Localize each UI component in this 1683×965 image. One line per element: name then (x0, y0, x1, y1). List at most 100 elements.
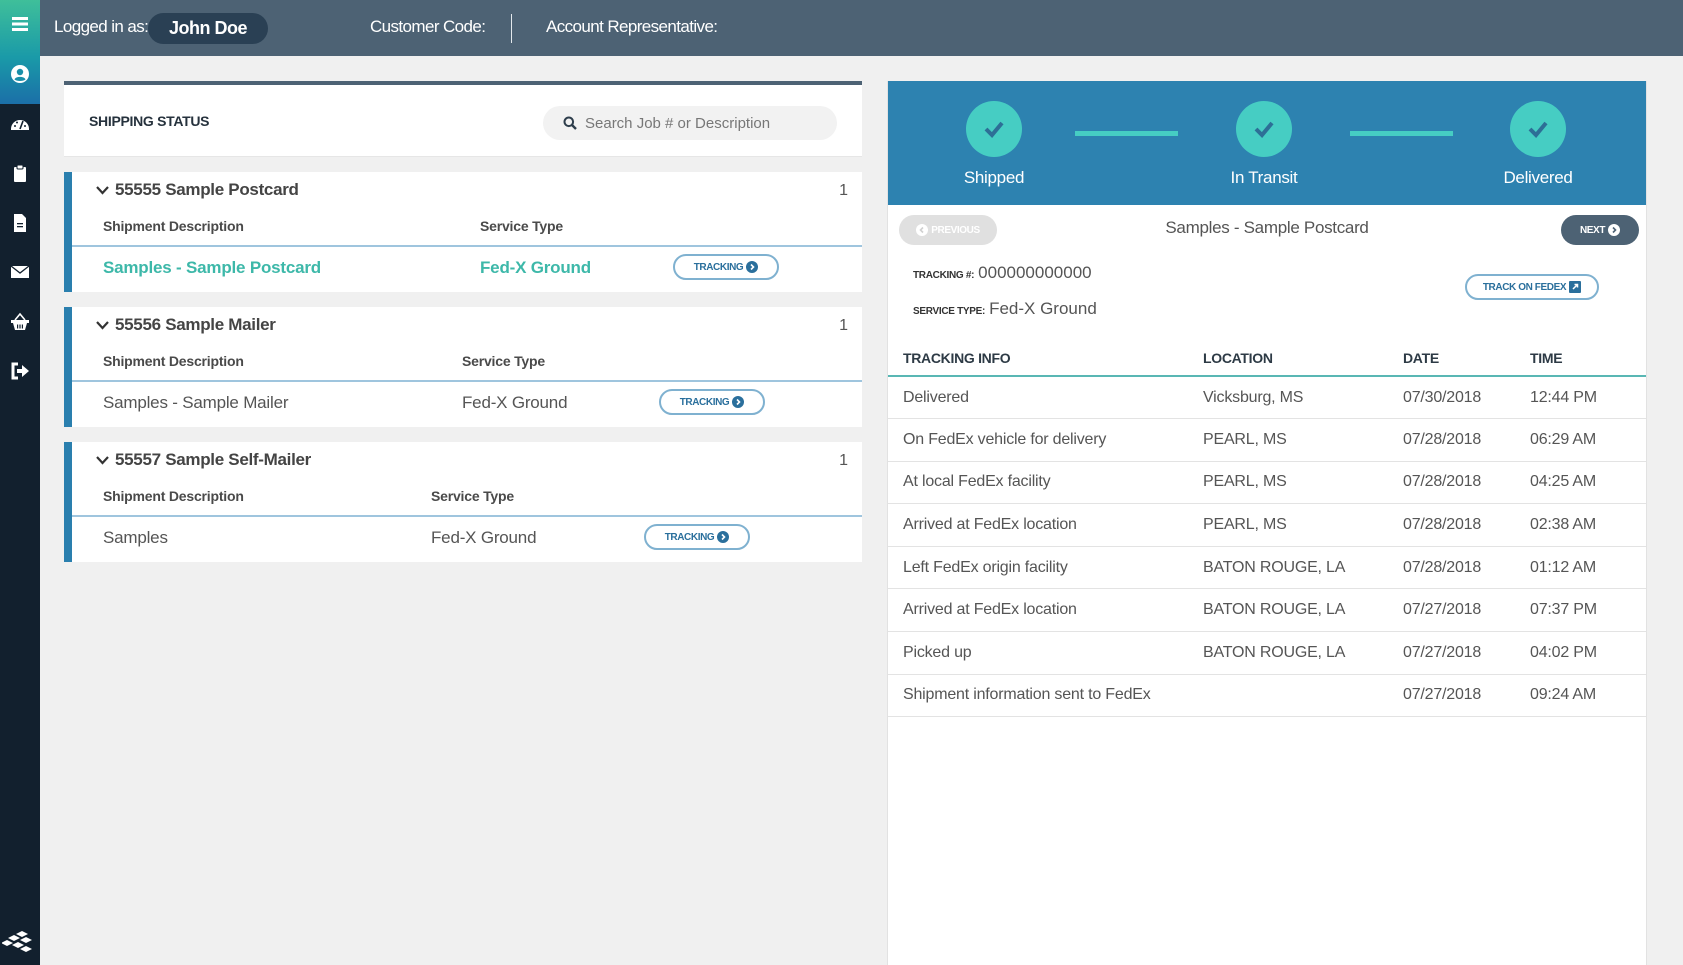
basket-icon[interactable] (0, 307, 40, 337)
track-on-fedex-button[interactable]: TRACK ON FEDEX (1465, 274, 1599, 300)
stacked-diamonds-logo (1, 925, 38, 961)
event-time: 12:44 PM (1530, 376, 1646, 420)
menu-icon[interactable] (0, 9, 40, 39)
shipping-status-header: SHIPPING STATUS (64, 81, 862, 157)
event-location: PEARL, MS (1203, 503, 1403, 547)
job-group-toggle[interactable]: 55555 Sample Postcard (96, 180, 299, 200)
job-group: 55556 Sample Mailer 1 Shipment Descripti… (64, 307, 862, 427)
tracking-button-label: TRACKING (679, 396, 730, 408)
tracking-button-label: TRACKING (693, 261, 744, 273)
panel-title: SHIPPING STATUS (89, 113, 210, 129)
table-row: Delivered Vicksburg, MS 07/30/2018 12:44… (888, 376, 1646, 420)
event-info: Shipment information sent to FedEx (888, 674, 1203, 718)
event-date: 07/28/2018 (1403, 546, 1530, 590)
job-count: 1 (839, 452, 848, 469)
chevron-circle-right-icon (1608, 224, 1621, 236)
header-divider (511, 14, 512, 43)
event-info: Delivered (888, 376, 1203, 420)
event-date: 07/28/2018 (1403, 418, 1530, 462)
col-header-service: Service Type (462, 353, 545, 369)
event-info: Arrived at FedEx location (888, 503, 1203, 547)
event-location: BATON ROUGE, LA (1203, 631, 1403, 675)
logged-in-label: Logged in as: (54, 17, 149, 36)
tracking-button[interactable]: TRACKING (659, 389, 765, 415)
event-location: PEARL, MS (1203, 418, 1403, 462)
document-icon[interactable] (0, 208, 40, 238)
account-rep-label: Account Representative: (546, 17, 718, 36)
service-type: Fed-X Ground (431, 528, 537, 547)
chevron-circle-right-icon (746, 261, 759, 273)
job-group-toggle[interactable]: 55556 Sample Mailer (96, 315, 276, 335)
job-group: 55557 Sample Self-Mailer 1 Shipment Desc… (64, 442, 862, 562)
chevron-down-icon (96, 321, 109, 330)
step-shipped: Shipped (934, 101, 1054, 188)
service-type-row: SERVICE TYPE: Fed-X Ground (913, 299, 1097, 319)
job-group: 55555 Sample Postcard 1 Shipment Descrip… (64, 172, 862, 292)
chevron-down-icon (96, 456, 109, 465)
event-time: 04:25 AM (1530, 461, 1646, 505)
tracking-button[interactable]: TRACKING (644, 524, 750, 550)
event-info: Picked up (888, 631, 1203, 675)
chevron-down-icon (96, 186, 109, 195)
tracking-number: 000000000000 (978, 263, 1092, 282)
col-header-description: Shipment Description (103, 353, 244, 369)
col-tracking-info: TRACKING INFO (888, 336, 1203, 377)
chevron-circle-right-icon (732, 396, 745, 408)
step-in-transit: In Transit (1204, 101, 1324, 188)
col-header-description: Shipment Description (103, 488, 244, 504)
step-label: In Transit (1230, 168, 1298, 187)
shipment-description[interactable]: Samples - Sample Postcard (103, 258, 321, 278)
job-count: 1 (839, 317, 848, 334)
event-date: 07/27/2018 (1403, 631, 1530, 675)
search-icon (563, 116, 577, 130)
top-bar: Logged in as: John Doe Customer Code: Ac… (40, 0, 1683, 56)
step-delivered: Delivered (1478, 101, 1598, 188)
event-date: 07/28/2018 (1403, 503, 1530, 547)
next-label: NEXT (1579, 224, 1606, 236)
sign-out-icon[interactable] (0, 356, 40, 386)
event-time: 01:12 AM (1530, 546, 1646, 590)
table-row: Shipment information sent to FedEx 07/27… (888, 674, 1646, 718)
dashboard-gauge-icon[interactable] (0, 109, 40, 139)
tracking-number-label: TRACKING #: (913, 270, 975, 281)
clipboard-icon[interactable] (0, 158, 40, 188)
check-circle-icon (966, 101, 1022, 157)
user-circle-icon[interactable] (0, 59, 40, 89)
col-time: TIME (1530, 336, 1646, 377)
search-input[interactable] (585, 106, 825, 140)
job-title: 55557 Sample Self-Mailer (115, 450, 311, 469)
service-type: Fed-X Ground (480, 258, 591, 277)
step-connector (1350, 131, 1453, 136)
col-header-description: Shipment Description (103, 218, 244, 234)
event-date: 07/27/2018 (1403, 588, 1530, 633)
user-name-badge[interactable]: John Doe (148, 13, 268, 44)
row-divider (72, 380, 862, 382)
shipment-description[interactable]: Samples - Sample Mailer (103, 393, 289, 413)
event-time: 06:29 AM (1530, 418, 1646, 462)
search-box[interactable] (543, 106, 837, 140)
table-row: Arrived at FedEx location BATON ROUGE, L… (888, 588, 1646, 633)
job-group-toggle[interactable]: 55557 Sample Self-Mailer (96, 450, 311, 470)
tracking-number-row: TRACKING #: 000000000000 (913, 263, 1092, 283)
event-location: BATON ROUGE, LA (1203, 588, 1403, 633)
step-connector (1075, 131, 1178, 136)
event-info: At local FedEx facility (888, 461, 1203, 505)
external-link-icon (1569, 281, 1582, 293)
col-date: DATE (1403, 336, 1530, 377)
next-button[interactable]: NEXT (1561, 215, 1639, 245)
event-time: 09:24 AM (1530, 674, 1646, 718)
table-header-row: TRACKING INFO LOCATION DATE TIME (888, 336, 1646, 377)
progress-banner: Shipped In Transit Delivered (888, 81, 1646, 205)
tracking-button[interactable]: TRACKING (673, 254, 779, 280)
envelope-icon[interactable] (0, 257, 40, 287)
event-time: 02:38 AM (1530, 503, 1646, 547)
col-header-service: Service Type (480, 218, 563, 234)
table-row: Left FedEx origin facility BATON ROUGE, … (888, 546, 1646, 590)
chevron-circle-right-icon (717, 531, 730, 543)
event-location: PEARL, MS (1203, 461, 1403, 505)
shipment-title: Samples - Sample Postcard (1165, 218, 1369, 237)
row-divider (72, 515, 862, 517)
check-circle-icon (1236, 101, 1292, 157)
shipment-description[interactable]: Samples (103, 528, 168, 548)
tracking-events-table: TRACKING INFO LOCATION DATE TIME Deliver… (888, 336, 1646, 718)
